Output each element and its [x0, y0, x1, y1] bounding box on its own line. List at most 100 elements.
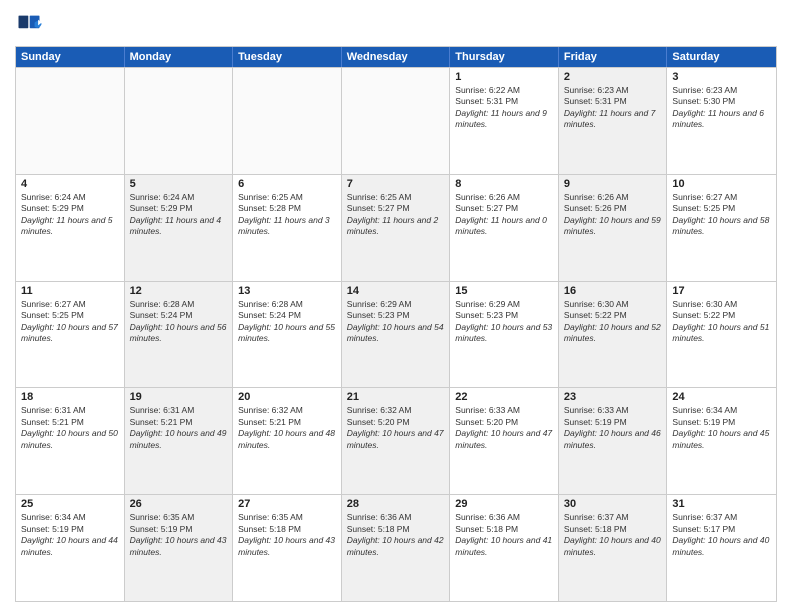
daylight-label: Daylight: 10 hours and 45 minutes. [672, 428, 769, 449]
calendar-cell: 31 Sunrise: 6:37 AMSunset: 5:17 PMDayligh… [667, 495, 776, 601]
day-number: 18 [21, 391, 119, 403]
day-number: 19 [130, 391, 228, 403]
weekday-header-tuesday: Tuesday [233, 47, 342, 67]
weekday-header-friday: Friday [559, 47, 668, 67]
daylight-label: Daylight: 11 hours and 3 minutes. [238, 215, 330, 236]
day-number: 15 [455, 285, 553, 297]
calendar-cell: 10 Sunrise: 6:27 AMSunset: 5:25 PMDayligh… [667, 175, 776, 281]
day-number: 20 [238, 391, 336, 403]
day-info: Sunrise: 6:26 AMSunset: 5:26 PMDaylight:… [564, 192, 662, 238]
weekday-header-wednesday: Wednesday [342, 47, 451, 67]
daylight-label: Daylight: 10 hours and 47 minutes. [455, 428, 552, 449]
day-number: 4 [21, 178, 119, 190]
daylight-label: Daylight: 10 hours and 47 minutes. [347, 428, 444, 449]
day-info: Sunrise: 6:37 AMSunset: 5:17 PMDaylight:… [672, 512, 771, 558]
daylight-label: Daylight: 11 hours and 4 minutes. [130, 215, 222, 236]
daylight-label: Daylight: 10 hours and 52 minutes. [564, 322, 661, 343]
day-info: Sunrise: 6:32 AMSunset: 5:21 PMDaylight:… [238, 405, 336, 451]
daylight-label: Daylight: 10 hours and 59 minutes. [564, 215, 661, 236]
daylight-label: Daylight: 11 hours and 2 minutes. [347, 215, 439, 236]
day-number: 12 [130, 285, 228, 297]
day-info: Sunrise: 6:29 AMSunset: 5:23 PMDaylight:… [347, 299, 445, 345]
day-number: 6 [238, 178, 336, 190]
calendar-cell: 3Sunrise: 6:23 AMSunset: 5:30 PMDaylight… [667, 68, 776, 174]
calendar-cell: 16Sunrise: 6:30 AMSunset: 5:22 PMDayligh… [559, 282, 668, 388]
day-info: Sunrise: 6:25 AMSunset: 5:27 PMDaylight:… [347, 192, 445, 238]
day-info: Sunrise: 6:28 AMSunset: 5:24 PMDaylight:… [238, 299, 336, 345]
day-info: Sunrise: 6:35 AMSunset: 5:18 PMDaylight:… [238, 512, 336, 558]
calendar-cell: 23Sunrise: 6:33 AMSunset: 5:19 PMDayligh… [559, 388, 668, 494]
calendar-cell: 6 Sunrise: 6:25 AMSunset: 5:28 PMDaylight… [233, 175, 342, 281]
day-number: 31 [672, 498, 771, 510]
calendar-row-2: 4 Sunrise: 6:24 AMSunset: 5:29 PMDaylight… [16, 174, 776, 281]
daylight-label: Daylight: 10 hours and 54 minutes. [347, 322, 444, 343]
calendar-cell: 19 Sunrise: 6:31 AMSunset: 5:21 PMDayligh… [125, 388, 234, 494]
day-info: Sunrise: 6:31 AMSunset: 5:21 PMDaylight:… [130, 405, 228, 451]
calendar-cell: 24Sunrise: 6:34 AMSunset: 5:19 PMDayligh… [667, 388, 776, 494]
day-number: 13 [238, 285, 336, 297]
weekday-header-monday: Monday [125, 47, 234, 67]
calendar-cell [233, 68, 342, 174]
daylight-label: Daylight: 10 hours and 50 minutes. [21, 428, 118, 449]
daylight-label: Daylight: 10 hours and 48 minutes. [238, 428, 335, 449]
day-info: Sunrise: 6:27 AMSunset: 5:25 PMDaylight:… [672, 192, 771, 238]
daylight-label: Daylight: 10 hours and 53 minutes. [455, 322, 552, 343]
calendar-cell: 4Sunrise: 6:24 AMSunset: 5:29 PMDaylight… [16, 175, 125, 281]
daylight-label: Daylight: 11 hours and 9 minutes. [455, 108, 547, 129]
day-number: 17 [672, 285, 771, 297]
calendar-cell: 13 Sunrise: 6:28 AMSunset: 5:24 PMDayligh… [233, 282, 342, 388]
day-info: Sunrise: 6:23 AMSunset: 5:31 PMDaylight:… [564, 85, 662, 131]
day-number: 21 [347, 391, 445, 403]
calendar-cell: 18 Sunrise: 6:31 AMSunset: 5:21 PMDayligh… [16, 388, 125, 494]
calendar-row-5: 25Sunrise: 6:34 AMSunset: 5:19 PMDayligh… [16, 494, 776, 601]
day-number: 1 [455, 71, 553, 83]
calendar-cell: 5Sunrise: 6:24 AMSunset: 5:29 PMDaylight… [125, 175, 234, 281]
day-number: 25 [21, 498, 119, 510]
day-number: 10 [672, 178, 771, 190]
calendar-cell: 1Sunrise: 6:22 AMSunset: 5:31 PMDaylight… [450, 68, 559, 174]
day-info: Sunrise: 6:31 AMSunset: 5:21 PMDaylight:… [21, 405, 119, 451]
day-info: Sunrise: 6:35 AMSunset: 5:19 PMDaylight:… [130, 512, 228, 558]
day-info: Sunrise: 6:37 AMSunset: 5:18 PMDaylight:… [564, 512, 662, 558]
calendar-cell: 20 Sunrise: 6:32 AMSunset: 5:21 PMDayligh… [233, 388, 342, 494]
calendar-cell: 2Sunrise: 6:23 AMSunset: 5:31 PMDaylight… [559, 68, 668, 174]
calendar-cell: 22Sunrise: 6:33 AMSunset: 5:20 PMDayligh… [450, 388, 559, 494]
weekday-header-thursday: Thursday [450, 47, 559, 67]
header [15, 10, 777, 38]
day-number: 23 [564, 391, 662, 403]
daylight-label: Daylight: 10 hours and 46 minutes. [564, 428, 661, 449]
calendar-cell: 21Sunrise: 6:32 AMSunset: 5:20 PMDayligh… [342, 388, 451, 494]
daylight-label: Daylight: 10 hours and 49 minutes. [130, 428, 227, 449]
calendar-cell [16, 68, 125, 174]
calendar-cell: 30Sunrise: 6:37 AMSunset: 5:18 PMDayligh… [559, 495, 668, 601]
day-number: 29 [455, 498, 553, 510]
logo [15, 10, 47, 38]
daylight-label: Daylight: 10 hours and 40 minutes. [564, 535, 661, 556]
day-number: 22 [455, 391, 553, 403]
calendar-cell: 26 Sunrise: 6:35 AMSunset: 5:19 PMDayligh… [125, 495, 234, 601]
daylight-label: Daylight: 10 hours and 43 minutes. [238, 535, 335, 556]
calendar-cell: 28Sunrise: 6:36 AMSunset: 5:18 PMDayligh… [342, 495, 451, 601]
daylight-label: Daylight: 10 hours and 57 minutes. [21, 322, 118, 343]
day-info: Sunrise: 6:25 AMSunset: 5:28 PMDaylight:… [238, 192, 336, 238]
day-info: Sunrise: 6:24 AMSunset: 5:29 PMDaylight:… [130, 192, 228, 238]
weekday-header-sunday: Sunday [16, 47, 125, 67]
day-number: 7 [347, 178, 445, 190]
day-number: 16 [564, 285, 662, 297]
day-info: Sunrise: 6:23 AMSunset: 5:30 PMDaylight:… [672, 85, 771, 131]
calendar-cell: 27Sunrise: 6:35 AMSunset: 5:18 PMDayligh… [233, 495, 342, 601]
weekday-header-saturday: Saturday [667, 47, 776, 67]
daylight-label: Daylight: 10 hours and 40 minutes. [672, 535, 769, 556]
day-number: 14 [347, 285, 445, 297]
calendar-cell [342, 68, 451, 174]
day-number: 11 [21, 285, 119, 297]
day-info: Sunrise: 6:28 AMSunset: 5:24 PMDaylight:… [130, 299, 228, 345]
logo-icon [15, 10, 43, 38]
calendar-cell [125, 68, 234, 174]
calendar-row-3: 11Sunrise: 6:27 AMSunset: 5:25 PMDayligh… [16, 281, 776, 388]
day-info: Sunrise: 6:30 AMSunset: 5:22 PMDaylight:… [672, 299, 771, 345]
calendar-cell: 17 Sunrise: 6:30 AMSunset: 5:22 PMDayligh… [667, 282, 776, 388]
day-number: 26 [130, 498, 228, 510]
day-number: 28 [347, 498, 445, 510]
calendar-header: SundayMondayTuesdayWednesdayThursdayFrid… [16, 47, 776, 67]
